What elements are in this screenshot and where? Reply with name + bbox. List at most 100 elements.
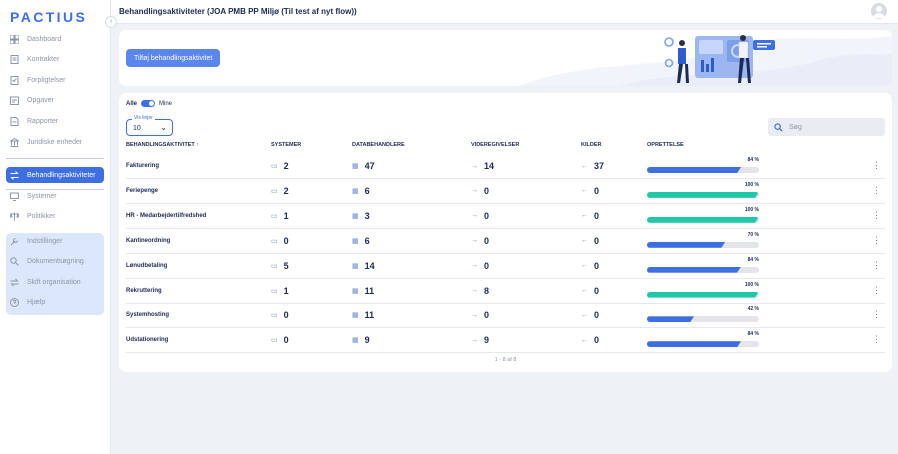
activity-name[interactable]: Fakturering bbox=[126, 163, 159, 169]
more-options-icon[interactable]: ⋮ bbox=[872, 334, 881, 345]
sidebar-item-label: Systemer bbox=[27, 192, 57, 200]
transfer-icon bbox=[10, 170, 19, 180]
sources-count: ← 0 bbox=[581, 285, 600, 296]
transfers-count: → 14 bbox=[471, 161, 495, 171]
building-icon: ▦ bbox=[352, 212, 359, 220]
arrow-right-icon: → bbox=[471, 262, 478, 270]
table-row[interactable]: Feriepenge ▭ 2 ▦ 6 → 0 ← 0 100 % ⋮ bbox=[126, 179, 885, 204]
sidebar-item-dashboard[interactable]: Dashboard bbox=[6, 31, 104, 47]
sidebar-item-politikker[interactable]: Politikker bbox=[6, 208, 104, 224]
activity-name[interactable]: Udstationering bbox=[126, 337, 168, 343]
sidebar-item-label: Forpligtelser bbox=[27, 76, 66, 84]
sidebar-item-label: Hjælp bbox=[27, 299, 46, 306]
avatar[interactable] bbox=[871, 3, 887, 19]
building-icon: ▦ bbox=[352, 312, 359, 320]
column-header-transfers[interactable]: VIDEREGIVELSER bbox=[471, 142, 519, 148]
sources-count: ← 0 bbox=[581, 310, 600, 321]
sidebar-item-skift-organisation[interactable]: Skift organisation bbox=[6, 274, 104, 290]
progress-fill bbox=[647, 267, 741, 273]
column-header-creation[interactable]: OPRETTELSE bbox=[647, 142, 684, 148]
table-row[interactable]: Rekruttering ▭ 1 ▦ 11 → 8 ← 0 100 % ⋮ bbox=[126, 279, 885, 304]
building-icon: ▦ bbox=[352, 187, 359, 195]
progress-label: 70 % bbox=[747, 231, 759, 238]
arrow-right-icon: → bbox=[471, 187, 478, 195]
monitor-icon: ▭ bbox=[271, 312, 278, 320]
arrow-right-icon: → bbox=[471, 336, 478, 344]
monitor-icon: ▭ bbox=[271, 287, 278, 295]
activity-name[interactable]: Rekruttering bbox=[126, 288, 162, 294]
table-row[interactable]: Udstationering ▭ 0 ▦ 9 → 9 ← 0 84 % ⋮ bbox=[126, 328, 885, 354]
column-header-sources[interactable]: KILDER bbox=[581, 142, 601, 148]
filter-toggle: Alle Mine bbox=[126, 100, 172, 107]
arrow-left-icon: ← bbox=[581, 311, 588, 319]
sidebar-item-behandlingsaktiviteter[interactable]: Behandlingsaktiviteter bbox=[6, 167, 104, 183]
sidebar-item-label: Politikker bbox=[27, 212, 56, 220]
activity-name[interactable]: Lønudbetaling bbox=[126, 263, 167, 269]
progress-label: 100 % bbox=[744, 206, 759, 213]
arrow-left-icon: ← bbox=[581, 162, 588, 170]
column-header-systems[interactable]: SYSTEMER bbox=[271, 142, 301, 148]
sources-count: ← 0 bbox=[581, 210, 600, 221]
sidebar-divider bbox=[6, 158, 104, 159]
table-row[interactable]: Lønudbetaling ▭ 5 ▦ 14 → 0 ← 0 84 % ⋮ bbox=[126, 254, 885, 279]
table-row[interactable]: Fakturering ▭ 2 ▦ 47 → 14 ← 37 84 % ⋮ bbox=[126, 154, 885, 179]
progress-fill bbox=[647, 316, 694, 322]
arrow-right-icon: → bbox=[471, 237, 478, 245]
rows-per-page-label: Vis linjer bbox=[132, 115, 155, 121]
progress-label: 84 % bbox=[747, 256, 759, 263]
collapse-sidebar-button[interactable]: ‹ bbox=[105, 16, 117, 28]
more-options-icon[interactable]: ⋮ bbox=[872, 210, 881, 221]
progress-fill bbox=[647, 217, 759, 223]
activity-name[interactable]: HR - Medarbejdertilfredshed bbox=[126, 213, 206, 219]
more-options-icon[interactable]: ⋮ bbox=[872, 285, 881, 296]
sidebar-item-hjælp[interactable]: Hjælp bbox=[6, 295, 104, 311]
logo: PACTIUS bbox=[10, 9, 88, 25]
progress-bar bbox=[647, 167, 759, 173]
table-row[interactable]: HR - Medarbejdertilfredshed ▭ 1 ▦ 3 → 0 ← 0 100 %… bbox=[126, 204, 885, 229]
sources-count: ← 0 bbox=[581, 185, 600, 196]
column-header-activity[interactable]: BEHANDLINGSAKTIVITET ↑ bbox=[126, 142, 199, 148]
sort-asc-icon: ↑ bbox=[196, 142, 200, 148]
sidebar-item-label: Behandlingsaktiviteter bbox=[27, 171, 96, 179]
arrow-right-icon: → bbox=[471, 287, 478, 294]
sidebar-item-systemer[interactable]: Systemer bbox=[6, 188, 104, 204]
search-icon bbox=[10, 257, 19, 266]
monitor-icon: ▭ bbox=[271, 237, 278, 245]
building-icon: ▦ bbox=[352, 237, 359, 245]
all-mine-toggle[interactable] bbox=[141, 100, 156, 107]
more-options-icon[interactable]: ⋮ bbox=[872, 160, 881, 171]
arrow-left-icon: ← bbox=[581, 187, 588, 195]
more-options-icon[interactable]: ⋮ bbox=[872, 309, 881, 320]
activity-name[interactable]: Feriepenge bbox=[126, 188, 158, 194]
more-options-icon[interactable]: ⋮ bbox=[872, 235, 881, 246]
search-input[interactable]: Søg bbox=[768, 118, 885, 136]
sidebar-item-juridiske-enheder[interactable]: Juridiske enheder bbox=[6, 134, 104, 150]
rows-per-page-select[interactable]: Vis linjer 10 ⌄ bbox=[126, 115, 173, 136]
add-activity-button[interactable]: Tilføj behandlingsaktivitet bbox=[126, 49, 221, 67]
arrow-left-icon: ← bbox=[581, 262, 588, 270]
sidebar-item-opgaver[interactable]: Opgaver bbox=[6, 93, 104, 109]
progress-fill bbox=[647, 292, 759, 298]
activity-name[interactable]: Kantineordning bbox=[126, 238, 170, 244]
processors-count: ▦ 3 bbox=[352, 210, 370, 221]
sidebar-item-kontrakter[interactable]: Kontrakter bbox=[6, 52, 104, 68]
transfers-count: → 0 bbox=[471, 235, 490, 246]
processors-count: ▦ 11 bbox=[352, 285, 375, 296]
table-row[interactable]: Systemhosting ▭ 0 ▦ 11 → 0 ← 0 42 % ⋮ bbox=[126, 303, 885, 329]
arrow-left-icon: ← bbox=[581, 287, 588, 294]
more-options-icon[interactable]: ⋮ bbox=[872, 185, 881, 196]
sidebar-item-label: Skift organisation bbox=[27, 278, 81, 286]
people-dashboard-illustration-icon bbox=[664, 35, 775, 83]
building-icon: ▦ bbox=[352, 337, 359, 345]
arrow-right-icon: → bbox=[471, 212, 478, 220]
table-row[interactable]: Kantineordning ▭ 0 ▦ 6 → 0 ← 0 70 % ⋮ bbox=[126, 229, 885, 254]
more-options-icon[interactable]: ⋮ bbox=[872, 260, 881, 271]
sidebar: PACTIUS Dashboard Kontrakter Forpligtelser… bbox=[0, 0, 111, 454]
sidebar-item-rapporter[interactable]: Rapporter bbox=[6, 113, 104, 129]
sidebar-item-forpligtelser[interactable]: Forpligtelser bbox=[6, 72, 104, 88]
activity-name[interactable]: Systemhosting bbox=[126, 312, 169, 318]
sidebar-item-indstillinger[interactable]: Indstillinger bbox=[6, 233, 104, 249]
arrow-right-icon: → bbox=[471, 311, 478, 319]
column-header-processors[interactable]: DATABEHANDLERE bbox=[352, 142, 405, 148]
sidebar-item-dokumentsøgning[interactable]: Dokumentsøgning bbox=[6, 254, 104, 270]
